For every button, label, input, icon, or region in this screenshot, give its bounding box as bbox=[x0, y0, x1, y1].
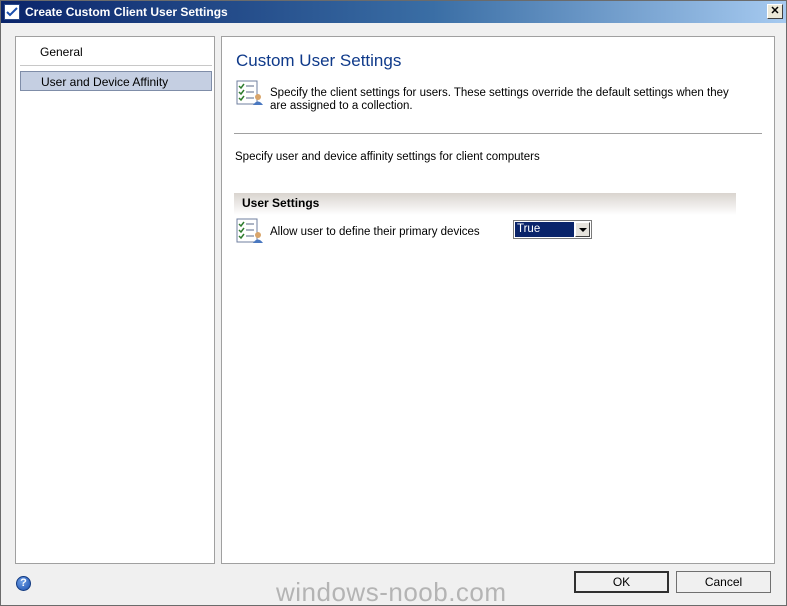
nav-item-general[interactable]: General bbox=[20, 42, 212, 62]
watermark: windows-noob.com bbox=[276, 577, 507, 606]
window-title: Create Custom Client User Settings bbox=[25, 5, 228, 19]
close-button[interactable]: ✕ bbox=[767, 4, 783, 19]
checklist-icon bbox=[4, 4, 20, 20]
affinity-description: Specify user and device affinity setting… bbox=[235, 151, 540, 163]
primary-devices-select[interactable]: True bbox=[513, 220, 592, 239]
select-value: True bbox=[515, 222, 574, 237]
page-title: Custom User Settings bbox=[236, 51, 402, 70]
settings-checklist-icon bbox=[234, 218, 264, 244]
chevron-down-icon[interactable] bbox=[575, 222, 590, 237]
dialog-window: Create Custom Client User Settings ✕ Gen… bbox=[0, 0, 787, 606]
divider bbox=[234, 133, 762, 134]
page-description: Specify the client settings for users. T… bbox=[270, 87, 729, 112]
title-bar: Create Custom Client User Settings ✕ bbox=[1, 1, 786, 23]
setting-label-primary-devices: Allow user to define their primary devic… bbox=[270, 226, 480, 238]
help-icon[interactable]: ? bbox=[16, 576, 31, 591]
navigation-pane: General User and Device Affinity bbox=[15, 36, 215, 564]
nav-separator bbox=[20, 65, 212, 66]
ok-button[interactable]: OK bbox=[574, 571, 669, 593]
cancel-button[interactable]: Cancel bbox=[676, 571, 771, 593]
settings-checklist-icon bbox=[234, 80, 264, 106]
section-header-label: User Settings bbox=[242, 196, 320, 210]
nav-item-user-device-affinity[interactable]: User and Device Affinity bbox=[20, 71, 212, 91]
content-pane: Custom User Settings Specify the client … bbox=[221, 36, 775, 564]
section-header: User Settings bbox=[234, 193, 736, 215]
